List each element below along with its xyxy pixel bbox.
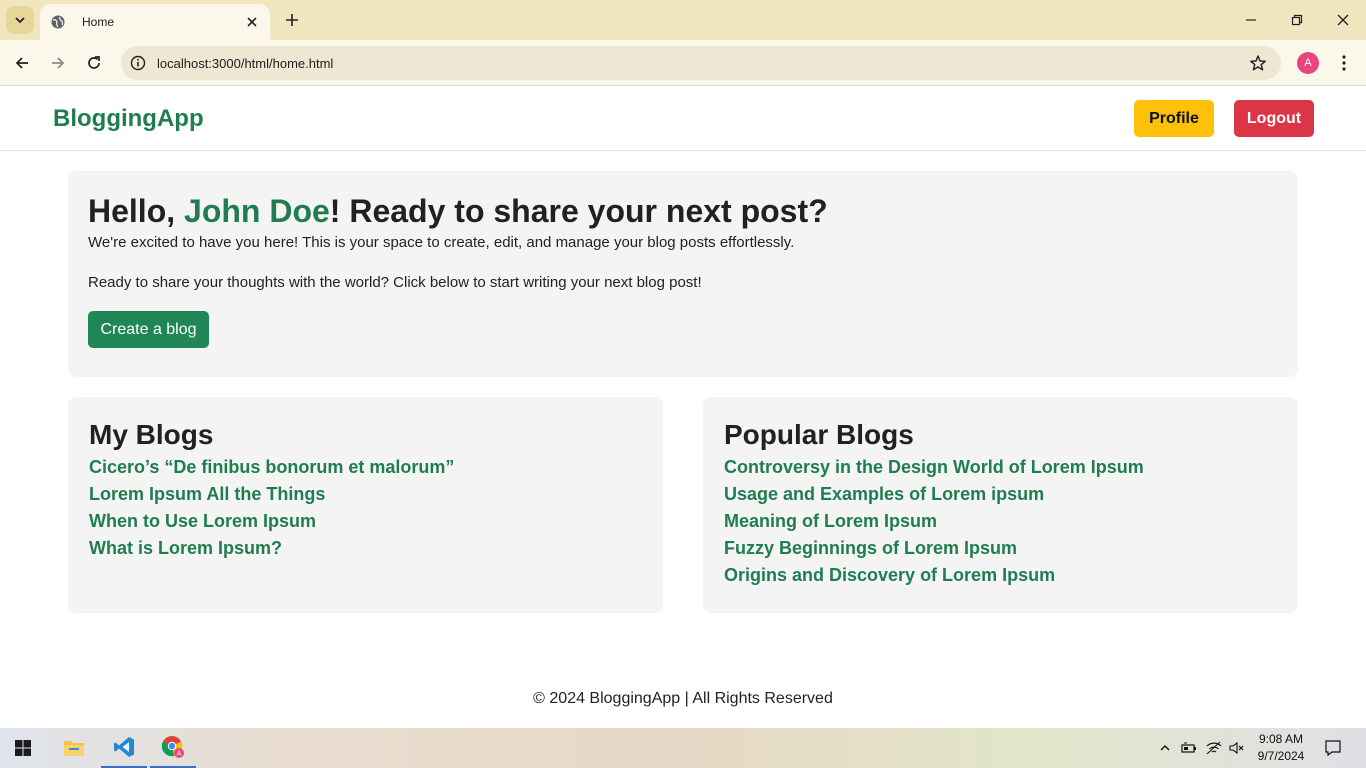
- svg-text:A: A: [177, 750, 182, 758]
- close-window-button[interactable]: [1329, 6, 1357, 34]
- taskbar-vscode[interactable]: [101, 728, 147, 768]
- popular-blog-link[interactable]: Usage and Examples of Lorem ipsum: [724, 481, 1277, 508]
- page-viewport: BloggingApp Profile Logout Hello, John D…: [0, 87, 1366, 728]
- popular-blog-link[interactable]: Fuzzy Beginnings of Lorem Ipsum: [724, 535, 1277, 562]
- folder-icon: [64, 741, 84, 756]
- welcome-heading: Hello, John Doe! Ready to share your nex…: [88, 191, 1278, 231]
- welcome-prompt: Ready to share your thoughts with the wo…: [88, 274, 702, 291]
- close-icon: [1337, 14, 1349, 26]
- start-button[interactable]: [0, 728, 46, 768]
- battery-icon[interactable]: [1179, 738, 1199, 758]
- welcome-card: Hello, John Doe! Ready to share your nex…: [68, 171, 1298, 377]
- site-info-icon[interactable]: [130, 55, 146, 71]
- more-vertical-icon: [1342, 55, 1346, 71]
- bookmark-star-icon[interactable]: [1249, 54, 1267, 72]
- site-navbar: BloggingApp Profile Logout: [0, 87, 1366, 151]
- browser-tab-home[interactable]: Home: [40, 4, 270, 40]
- minimize-button[interactable]: [1237, 6, 1265, 34]
- my-blogs-title: My Blogs: [89, 419, 214, 450]
- popular-blogs-title: Popular Blogs: [724, 419, 914, 450]
- user-name: John Doe: [184, 193, 330, 229]
- volume-muted-icon[interactable]: [1227, 738, 1247, 758]
- minimize-icon: [1246, 19, 1256, 21]
- notifications-button[interactable]: [1323, 738, 1343, 758]
- notification-icon: [1325, 740, 1341, 757]
- greeting-prefix: Hello,: [88, 193, 185, 229]
- browser-menu-button[interactable]: [1332, 49, 1356, 77]
- browser-toolbar: localhost:3000/html/home.html A: [0, 40, 1366, 86]
- close-tab-icon[interactable]: [244, 14, 260, 30]
- forward-button[interactable]: [44, 49, 72, 77]
- arrow-left-icon: [15, 57, 28, 69]
- profile-button[interactable]: Profile: [1134, 100, 1214, 137]
- reload-button[interactable]: [80, 49, 108, 77]
- taskbar-file-explorer[interactable]: [51, 728, 97, 768]
- plus-icon: [286, 14, 298, 26]
- system-clock[interactable]: 9:08 AM 9/7/2024: [1250, 731, 1312, 765]
- create-blog-button[interactable]: Create a blog: [88, 311, 209, 348]
- arrow-right-icon: [52, 57, 65, 69]
- show-hidden-icons[interactable]: [1155, 738, 1175, 758]
- clock-date: 9/7/2024: [1257, 749, 1305, 763]
- popular-blogs-card: Popular Blogs Controversy in the Design …: [703, 397, 1298, 613]
- windows-logo-icon: [15, 740, 31, 756]
- tab-search-button[interactable]: [6, 6, 34, 34]
- restore-icon: [1291, 14, 1303, 26]
- chevron-up-icon: [1160, 745, 1170, 751]
- vscode-icon: [114, 737, 134, 757]
- popular-blog-link[interactable]: Origins and Discovery of Lorem Ipsum: [724, 562, 1277, 589]
- taskbar: A 9:08 AM 9/7/2024: [0, 728, 1366, 768]
- clock-time: 9:08 AM: [1258, 732, 1304, 746]
- new-tab-button[interactable]: [280, 8, 304, 32]
- chevron-down-icon: [15, 17, 25, 24]
- browser-tabstrip: Home: [0, 0, 1366, 40]
- popular-blog-link[interactable]: Controversy in the Design World of Lorem…: [724, 454, 1277, 481]
- welcome-intro: We're excited to have you here! This is …: [88, 234, 795, 251]
- network-icon[interactable]: [1204, 738, 1224, 758]
- brand-logo[interactable]: BloggingApp: [53, 105, 204, 133]
- my-blog-link[interactable]: When to Use Lorem Ipsum: [89, 508, 642, 535]
- my-blog-link[interactable]: What is Lorem Ipsum?: [89, 535, 642, 562]
- reload-icon: [88, 56, 100, 69]
- tab-title: Home: [82, 15, 115, 29]
- back-button[interactable]: [8, 49, 36, 77]
- greeting-suffix: ! Ready to share your next post?: [329, 193, 828, 229]
- chrome-icon: A: [161, 736, 184, 758]
- restore-button[interactable]: [1283, 6, 1311, 34]
- my-blog-link[interactable]: Cicero’s “De finibus bonorum et malorum”: [89, 454, 642, 481]
- my-blogs-card: My Blogs Cicero’s “De finibus bonorum et…: [68, 397, 663, 613]
- profile-avatar[interactable]: A: [1297, 52, 1319, 74]
- site-footer: © 2024 BloggingApp | All Rights Reserved: [533, 690, 833, 707]
- taskbar-chrome[interactable]: A: [150, 728, 196, 768]
- logout-button[interactable]: Logout: [1234, 100, 1314, 137]
- address-bar[interactable]: localhost:3000/html/home.html: [121, 46, 1281, 80]
- popular-blog-link[interactable]: Meaning of Lorem Ipsum: [724, 508, 1277, 535]
- globe-icon: [50, 14, 66, 30]
- my-blog-link[interactable]: Lorem Ipsum All the Things: [89, 481, 642, 508]
- url-text: localhost:3000/html/home.html: [157, 55, 334, 71]
